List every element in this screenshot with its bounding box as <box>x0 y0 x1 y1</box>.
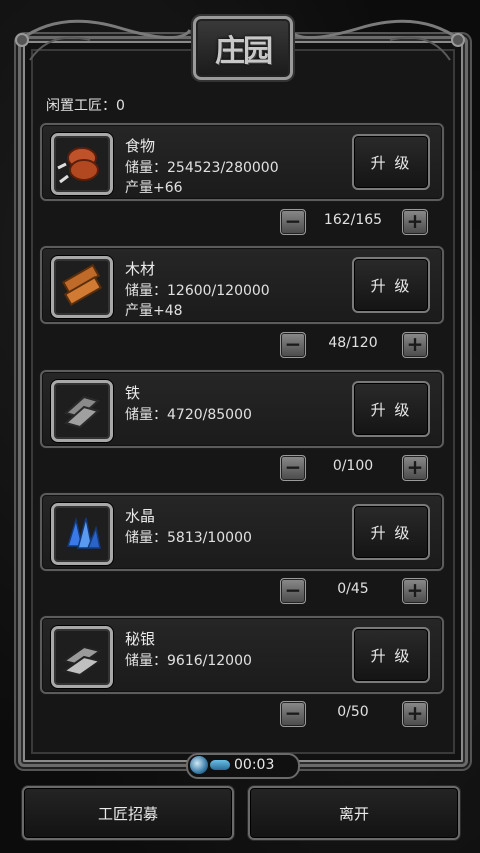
wood-planks-icon <box>51 256 113 318</box>
worker-stepper-iron: − 0/100 + <box>280 455 430 481</box>
increase-workers-button[interactable]: + <box>402 455 428 481</box>
increase-workers-button[interactable]: + <box>402 701 428 727</box>
resource-card-food: 食物 储量：254523/280000 产量+66 升 级 <box>40 123 444 201</box>
resource-storage: 储量：5813/10000 <box>125 530 252 546</box>
decrease-workers-button[interactable]: − <box>280 578 306 604</box>
worker-count: 48/120 <box>328 335 378 351</box>
recruit-timer: 00:03 <box>186 753 300 779</box>
increase-workers-button[interactable]: + <box>402 332 428 358</box>
idle-workers-label: 闲置工匠：0 <box>46 98 125 114</box>
upgrade-button-mithril[interactable]: 升 级 <box>352 627 430 683</box>
decrease-workers-button[interactable]: − <box>280 332 306 358</box>
decrease-workers-button[interactable]: − <box>280 209 306 235</box>
timer-text: 00:03 <box>234 757 275 773</box>
upgrade-button-wood[interactable]: 升 级 <box>352 257 430 313</box>
resource-name: 食物 <box>125 137 156 155</box>
upgrade-button-iron[interactable]: 升 级 <box>352 381 430 437</box>
crystal-icon <box>51 503 113 565</box>
worker-stepper-crystal: − 0/45 + <box>280 578 430 604</box>
resource-card-iron: 铁 储量：4720/85000 升 级 <box>40 370 444 448</box>
roasted-meat-icon <box>51 133 113 195</box>
resource-name: 木材 <box>125 260 156 278</box>
resource-name: 秘银 <box>125 630 156 648</box>
decrease-workers-button[interactable]: − <box>280 701 306 727</box>
mithril-ingot-icon <box>51 626 113 688</box>
increase-workers-button[interactable]: + <box>402 578 428 604</box>
title-plate: 庄园 <box>193 16 293 80</box>
resource-storage: 储量：9616/12000 <box>125 653 252 669</box>
resource-card-mithril: 秘银 储量：9616/12000 升 级 <box>40 616 444 694</box>
recruit-button[interactable]: 工匠招募 <box>22 786 234 840</box>
decrease-workers-button[interactable]: − <box>280 455 306 481</box>
resource-name: 铁 <box>125 384 141 402</box>
increase-workers-button[interactable]: + <box>402 209 428 235</box>
page-title: 庄园 <box>215 34 273 69</box>
worker-count: 0/50 <box>337 704 369 720</box>
worker-stepper-food: − 162/165 + <box>280 209 430 235</box>
iron-ingot-icon <box>51 380 113 442</box>
worker-count: 0/100 <box>332 458 374 474</box>
worker-stepper-wood: − 48/120 + <box>280 332 430 358</box>
worker-stepper-mithril: − 0/50 + <box>280 701 430 727</box>
resource-production: 产量+66 <box>125 180 183 196</box>
resource-card-crystal: 水晶 储量：5813/10000 升 级 <box>40 493 444 571</box>
worker-count: 0/45 <box>337 581 369 597</box>
resource-storage: 储量：4720/85000 <box>125 407 252 423</box>
upgrade-button-food[interactable]: 升 级 <box>352 134 430 190</box>
resource-storage: 储量：12600/120000 <box>125 283 270 299</box>
worker-count: 162/165 <box>323 212 383 228</box>
resource-storage: 储量：254523/280000 <box>125 160 279 176</box>
resource-card-wood: 木材 储量：12600/120000 产量+48 升 级 <box>40 246 444 324</box>
upgrade-button-crystal[interactable]: 升 级 <box>352 504 430 560</box>
timer-orb-icon <box>190 756 208 774</box>
resource-production: 产量+48 <box>125 303 183 319</box>
leave-button[interactable]: 离开 <box>248 786 460 840</box>
resource-name: 水晶 <box>125 507 156 525</box>
timer-progress <box>210 760 230 770</box>
